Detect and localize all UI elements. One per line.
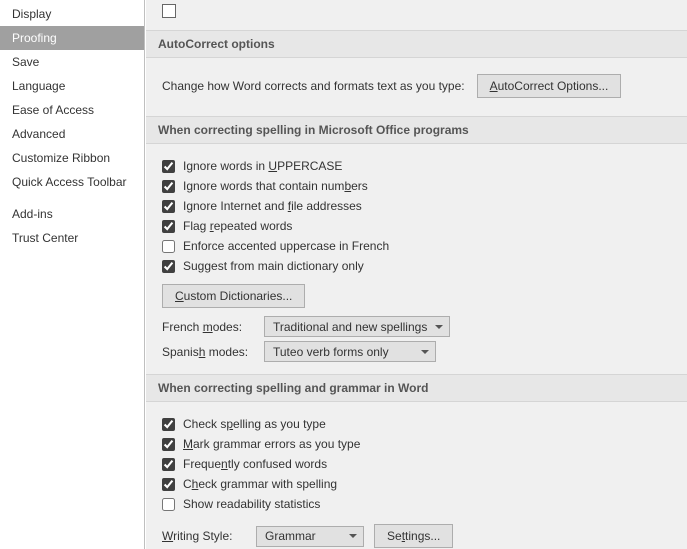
- check-ignore-internet[interactable]: [162, 200, 175, 213]
- sidebar: Display Proofing Save Language Ease of A…: [0, 0, 145, 549]
- french-modes-label: French modes:: [162, 320, 254, 334]
- sidebar-item-proofing[interactable]: Proofing: [0, 26, 144, 50]
- check-mark-grammar-label: Mark grammar errors as you type: [183, 437, 360, 451]
- check-frequently-confused-label: Frequently confused words: [183, 457, 327, 471]
- check-ignore-uppercase[interactable]: [162, 160, 175, 173]
- section-spelling-office-header: When correcting spelling in Microsoft Of…: [146, 116, 687, 144]
- check-flag-repeated[interactable]: [162, 220, 175, 233]
- french-modes-value: Traditional and new spellings: [273, 320, 427, 334]
- main-panel: AutoCorrect options Change how Word corr…: [145, 0, 687, 549]
- sidebar-item-advanced[interactable]: Advanced: [0, 122, 144, 146]
- check-ignore-internet-label: Ignore Internet and file addresses: [183, 199, 362, 213]
- check-mark-grammar[interactable]: [162, 438, 175, 451]
- section-autocorrect-header: AutoCorrect options: [146, 30, 687, 58]
- settings-button[interactable]: Settings...: [374, 524, 453, 548]
- autocorrect-desc: Change how Word corrects and formats tex…: [162, 79, 465, 93]
- sidebar-item-ease-of-access[interactable]: Ease of Access: [0, 98, 144, 122]
- custom-dictionaries-button[interactable]: Custom Dictionaries...: [162, 284, 305, 308]
- check-main-dictionary[interactable]: [162, 260, 175, 273]
- check-frequently-confused[interactable]: [162, 458, 175, 471]
- french-modes-dropdown[interactable]: Traditional and new spellings: [264, 316, 450, 337]
- sidebar-item-display[interactable]: Display: [0, 2, 144, 26]
- check-ignore-numbers[interactable]: [162, 180, 175, 193]
- sidebar-item-add-ins[interactable]: Add-ins: [0, 202, 144, 226]
- section-autocorrect-body: Change how Word corrects and formats tex…: [146, 58, 687, 108]
- check-ignore-numbers-label: Ignore words that contain numbers: [183, 179, 368, 193]
- check-ignore-uppercase-label: Ignore words in UPPERCASE: [183, 159, 342, 173]
- check-readability[interactable]: [162, 498, 175, 511]
- autocorrect-options-button[interactable]: AutoCorrect Options...: [477, 74, 622, 98]
- section-spelling-word-body: Check spelling as you type Mark grammar …: [146, 402, 687, 549]
- check-enforce-french-label: Enforce accented uppercase in French: [183, 239, 389, 253]
- sidebar-item-save[interactable]: Save: [0, 50, 144, 74]
- check-spelling-as-type[interactable]: [162, 418, 175, 431]
- check-grammar-with-spelling[interactable]: [162, 478, 175, 491]
- top-partial-row: [146, 0, 687, 22]
- check-flag-repeated-label: Flag repeated words: [183, 219, 292, 233]
- check-grammar-with-spelling-label: Check grammar with spelling: [183, 477, 337, 491]
- spanish-modes-label: Spanish modes:: [162, 345, 254, 359]
- sidebar-item-trust-center[interactable]: Trust Center: [0, 226, 144, 250]
- check-enforce-french[interactable]: [162, 240, 175, 253]
- check-spelling-as-type-label: Check spelling as you type: [183, 417, 326, 431]
- spanish-modes-dropdown[interactable]: Tuteo verb forms only: [264, 341, 436, 362]
- partial-icon: [162, 4, 176, 18]
- section-spelling-word-header: When correcting spelling and grammar in …: [146, 374, 687, 402]
- check-readability-label: Show readability statistics: [183, 497, 320, 511]
- sidebar-item-customize-ribbon[interactable]: Customize Ribbon: [0, 146, 144, 170]
- spanish-modes-value: Tuteo verb forms only: [273, 345, 389, 359]
- writing-style-dropdown[interactable]: Grammar: [256, 526, 364, 547]
- writing-style-label: Writing Style:: [162, 529, 246, 543]
- writing-style-value: Grammar: [265, 529, 316, 543]
- section-spelling-office-body: Ignore words in UPPERCASE Ignore words t…: [146, 144, 687, 366]
- sidebar-item-quick-access-toolbar[interactable]: Quick Access Toolbar: [0, 170, 144, 194]
- sidebar-item-language[interactable]: Language: [0, 74, 144, 98]
- check-main-dictionary-label: Suggest from main dictionary only: [183, 259, 364, 273]
